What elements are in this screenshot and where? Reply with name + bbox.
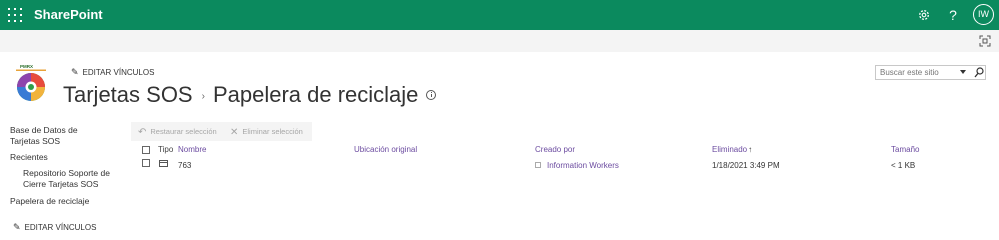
app-name[interactable]: SharePoint [34, 7, 103, 22]
page-title: Papelera de reciclaje [212, 82, 419, 107]
suite-bar: SharePoint ? IW [0, 0, 999, 30]
select-all-checkbox[interactable] [142, 146, 150, 154]
nav-item-base-de-datos[interactable]: Base de Datos de Tarjetas SOS [10, 125, 108, 147]
site-logo[interactable]: PMRX [12, 63, 50, 103]
search-icon[interactable] [974, 67, 984, 78]
edit-links-top[interactable]: ✎ EDITAR VÍNCULOS [71, 67, 154, 78]
info-icon[interactable] [426, 90, 437, 100]
breadcrumb-site-title[interactable]: Tarjetas SOS [63, 82, 193, 107]
edit-links-label: EDITAR VÍNCULOS [82, 68, 155, 77]
site-search-input[interactable] [875, 65, 986, 80]
nav-item-repositorio[interactable]: Repositorio Soporte de Cierre Tarjetas S… [23, 168, 115, 190]
nav-item-recientes[interactable]: Recientes [10, 152, 48, 163]
edit-links-label: EDITAR VÍNCULOS [24, 223, 97, 232]
row-select-checkbox[interactable] [142, 159, 150, 167]
row-name[interactable]: 763 [178, 161, 191, 170]
presence-indicator-icon [535, 162, 541, 168]
row-created-by[interactable]: Information Workers [547, 161, 619, 170]
pencil-icon: ✎ [71, 67, 79, 77]
ribbon-strip [0, 30, 999, 52]
column-header-name[interactable]: Nombre [178, 145, 206, 154]
restore-selection-label: Restaurar selección [150, 127, 217, 136]
column-header-created-by[interactable]: Creado por [535, 145, 575, 154]
pencil-icon: ✎ [13, 222, 21, 232]
search-scope-dropdown-icon[interactable] [960, 70, 966, 74]
undo-icon: ↶ [138, 127, 147, 138]
help-icon[interactable]: ? [944, 6, 962, 24]
list-item-type-icon [159, 160, 168, 167]
row-size: < 1 KB [891, 161, 916, 170]
page-title-row: Tarjetas SOS › Papelera de reciclaje [63, 80, 437, 110]
focus-on-content-icon[interactable] [979, 35, 991, 47]
user-avatar[interactable]: IW [973, 4, 994, 25]
close-icon: ✕ [230, 127, 239, 138]
sort-ascending-icon: ↑ [748, 145, 753, 154]
column-header-deleted-label: Eliminado [712, 145, 748, 154]
column-header-deleted[interactable]: Eliminado↑ [712, 145, 752, 154]
edit-links-bottom[interactable]: ✎ EDITAR VÍNCULOS [13, 222, 96, 233]
column-header-size[interactable]: Tamaño [891, 145, 919, 154]
app-launcher-icon[interactable] [8, 8, 22, 22]
svg-text:PMRX: PMRX [20, 64, 33, 69]
recycle-bin-toolbar: ↶ Restaurar selección ✕ Eliminar selección [131, 122, 312, 141]
row-deleted-date: 1/18/2021 3:49 PM [712, 161, 780, 170]
delete-selection-label: Eliminar selección [242, 127, 303, 136]
settings-gear-icon[interactable] [915, 6, 933, 24]
column-header-original-location[interactable]: Ubicación original [354, 145, 417, 154]
restore-selection-button[interactable]: ↶ Restaurar selección [138, 126, 217, 138]
delete-selection-button[interactable]: ✕ Eliminar selección [230, 126, 303, 138]
nav-item-papelera[interactable]: Papelera de reciclaje [10, 196, 89, 207]
breadcrumb-separator: › [201, 91, 205, 102]
column-header-type: Tipo [158, 145, 174, 154]
